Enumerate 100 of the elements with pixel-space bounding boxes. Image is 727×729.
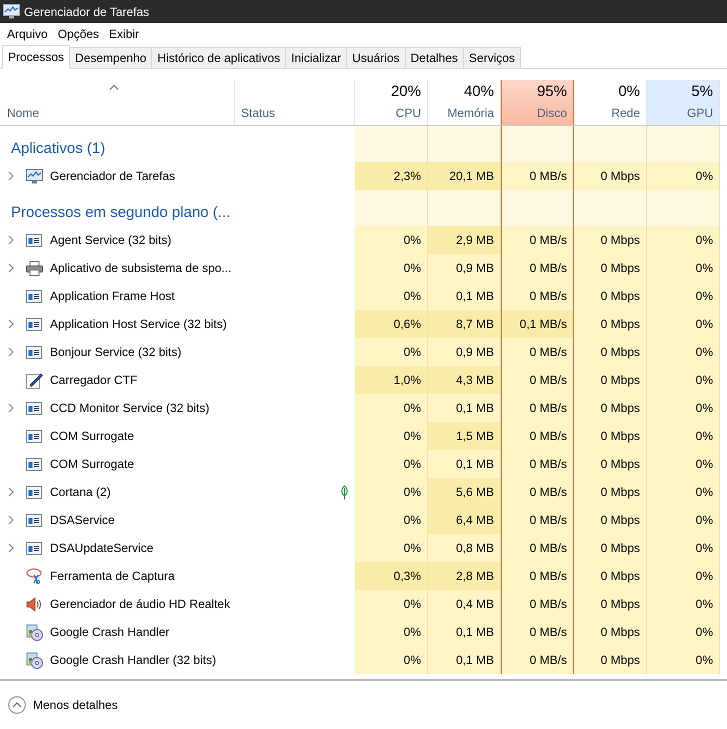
app-window-icon (26, 542, 42, 554)
table-cell: 0,1 MB/s (501, 310, 574, 338)
notepad-pen-icon (26, 372, 43, 388)
table-cell: 0 Mbps (574, 282, 647, 310)
table-cell: 0% (647, 478, 720, 506)
table-cell: 0 Mbps (574, 226, 647, 254)
menu-item[interactable]: Arquivo (2, 26, 53, 40)
table-cell: 0 MB/s (501, 478, 574, 506)
table-cell: 0 Mbps (574, 394, 647, 422)
table-cell: 0% (647, 282, 720, 310)
app-window-icon (26, 234, 42, 246)
table-cell: 0% (355, 254, 428, 282)
process-name: Carregador CTF (50, 373, 138, 387)
table-cell: 0 Mbps (574, 366, 647, 394)
table-cell: 0% (647, 366, 720, 394)
table-cell: 0% (355, 618, 428, 646)
column-header[interactable]: Status (241, 106, 276, 120)
table-cell: 0,1 MB (428, 646, 501, 674)
process-name: Google Crash Handler (50, 625, 170, 639)
table-cell: 0,8 MB (428, 534, 501, 562)
chevron-right-icon[interactable] (8, 403, 14, 413)
process-name: Bonjour Service (32 bits) (50, 345, 182, 359)
tab[interactable]: Processos (2, 45, 70, 69)
table-cell: 0% (355, 590, 428, 618)
table-cell: 0 Mbps (574, 254, 647, 282)
process-name: DSAService (50, 513, 115, 527)
table-cell: 0,1 MB (428, 394, 501, 422)
process-name: Application Frame Host (50, 289, 175, 303)
tab[interactable]: Detalhes (404, 47, 464, 68)
chevron-right-icon[interactable] (8, 487, 14, 497)
chevron-right-icon[interactable] (8, 263, 14, 273)
menu-item[interactable]: Exibir (104, 26, 144, 40)
chevron-right-icon[interactable] (8, 515, 14, 525)
table-cell: 0 Mbps (574, 310, 647, 338)
table-cell: 0 MB/s (501, 506, 574, 534)
table-cell: 8,7 MB (428, 310, 501, 338)
process-name: Cortana (2) (50, 485, 111, 499)
table-cell: 0 MB/s (501, 618, 574, 646)
table-cell: 0,3% (355, 562, 428, 590)
disc-installer-icon (26, 652, 43, 668)
table-cell: 0,4 MB (428, 590, 501, 618)
table-cell: 0,6% (355, 310, 428, 338)
column-header[interactable]: Nome (7, 106, 40, 120)
process-name: Gerenciador de áudio HD Realtek (50, 597, 230, 611)
table-cell: 0 Mbps (574, 478, 647, 506)
table-cell: 4,3 MB (428, 366, 501, 394)
fewer-details-link[interactable]: Menos detalhes (33, 698, 118, 712)
table-cell: 0% (647, 590, 720, 618)
process-name: Ferramenta de Captura (50, 569, 175, 583)
table-cell: 0% (647, 162, 720, 190)
table-cell: 0 Mbps (574, 162, 647, 190)
table-cell: 0 MB/s (501, 590, 574, 618)
chevron-up-circle-icon[interactable] (8, 696, 26, 714)
table-cell: 0 MB/s (501, 254, 574, 282)
table-cell: 5,6 MB (428, 478, 501, 506)
menu-item[interactable]: Opções (52, 26, 104, 40)
process-name: COM Surrogate (50, 457, 134, 471)
group-title: Aplicativos (1) (10, 140, 106, 159)
app-window-icon (26, 346, 42, 358)
tab[interactable]: Histórico de aplicativos (151, 47, 286, 68)
table-cell: 0 Mbps (574, 534, 647, 562)
table-cell: 0 MB/s (501, 338, 574, 366)
column-header[interactable]: 5% GPU (647, 80, 720, 125)
table-cell: 0,9 MB (428, 338, 501, 366)
disc-installer-icon (26, 624, 43, 640)
table-cell: 0 Mbps (574, 422, 647, 450)
chevron-right-icon[interactable] (8, 171, 14, 181)
process-name: DSAUpdateService (50, 541, 154, 555)
app-window-icon (26, 458, 42, 470)
table-cell: 0 Mbps (574, 646, 647, 674)
chevron-right-icon[interactable] (8, 319, 14, 329)
table-cell: 0,1 MB (428, 450, 501, 478)
tab[interactable]: Serviços (462, 47, 521, 68)
table-cell: 0 Mbps (574, 506, 647, 534)
table-cell: 0,1 MB (428, 618, 501, 646)
column-header[interactable]: 95% Disco (501, 80, 574, 125)
app-window-icon (26, 486, 42, 498)
chevron-right-icon[interactable] (8, 235, 14, 245)
table-cell: 2,8 MB (428, 562, 501, 590)
table-cell: 0% (647, 618, 720, 646)
process-name: Gerenciador de Tarefas (50, 169, 176, 183)
tab[interactable]: Desempenho (69, 47, 152, 68)
chevron-right-icon[interactable] (8, 543, 14, 553)
table-cell: 0 Mbps (574, 590, 647, 618)
scissors-icon (26, 568, 43, 584)
app-window-icon (26, 290, 42, 302)
table-cell: 2,9 MB (428, 226, 501, 254)
tab[interactable]: Inicializar (285, 47, 348, 68)
chevron-right-icon[interactable] (8, 347, 14, 357)
table-cell: 0% (647, 646, 720, 674)
table-cell: 0% (355, 646, 428, 674)
table-cell: 20,1 MB (428, 162, 501, 190)
tab[interactable]: Usuários (346, 47, 406, 68)
table-cell: 0% (647, 506, 720, 534)
printer-icon (26, 260, 43, 276)
table-cell: 0% (355, 226, 428, 254)
table-cell: 0 MB/s (501, 450, 574, 478)
table-cell: 0% (647, 338, 720, 366)
process-name: CCD Monitor Service (32 bits) (50, 401, 210, 415)
app-window-icon (26, 514, 42, 526)
